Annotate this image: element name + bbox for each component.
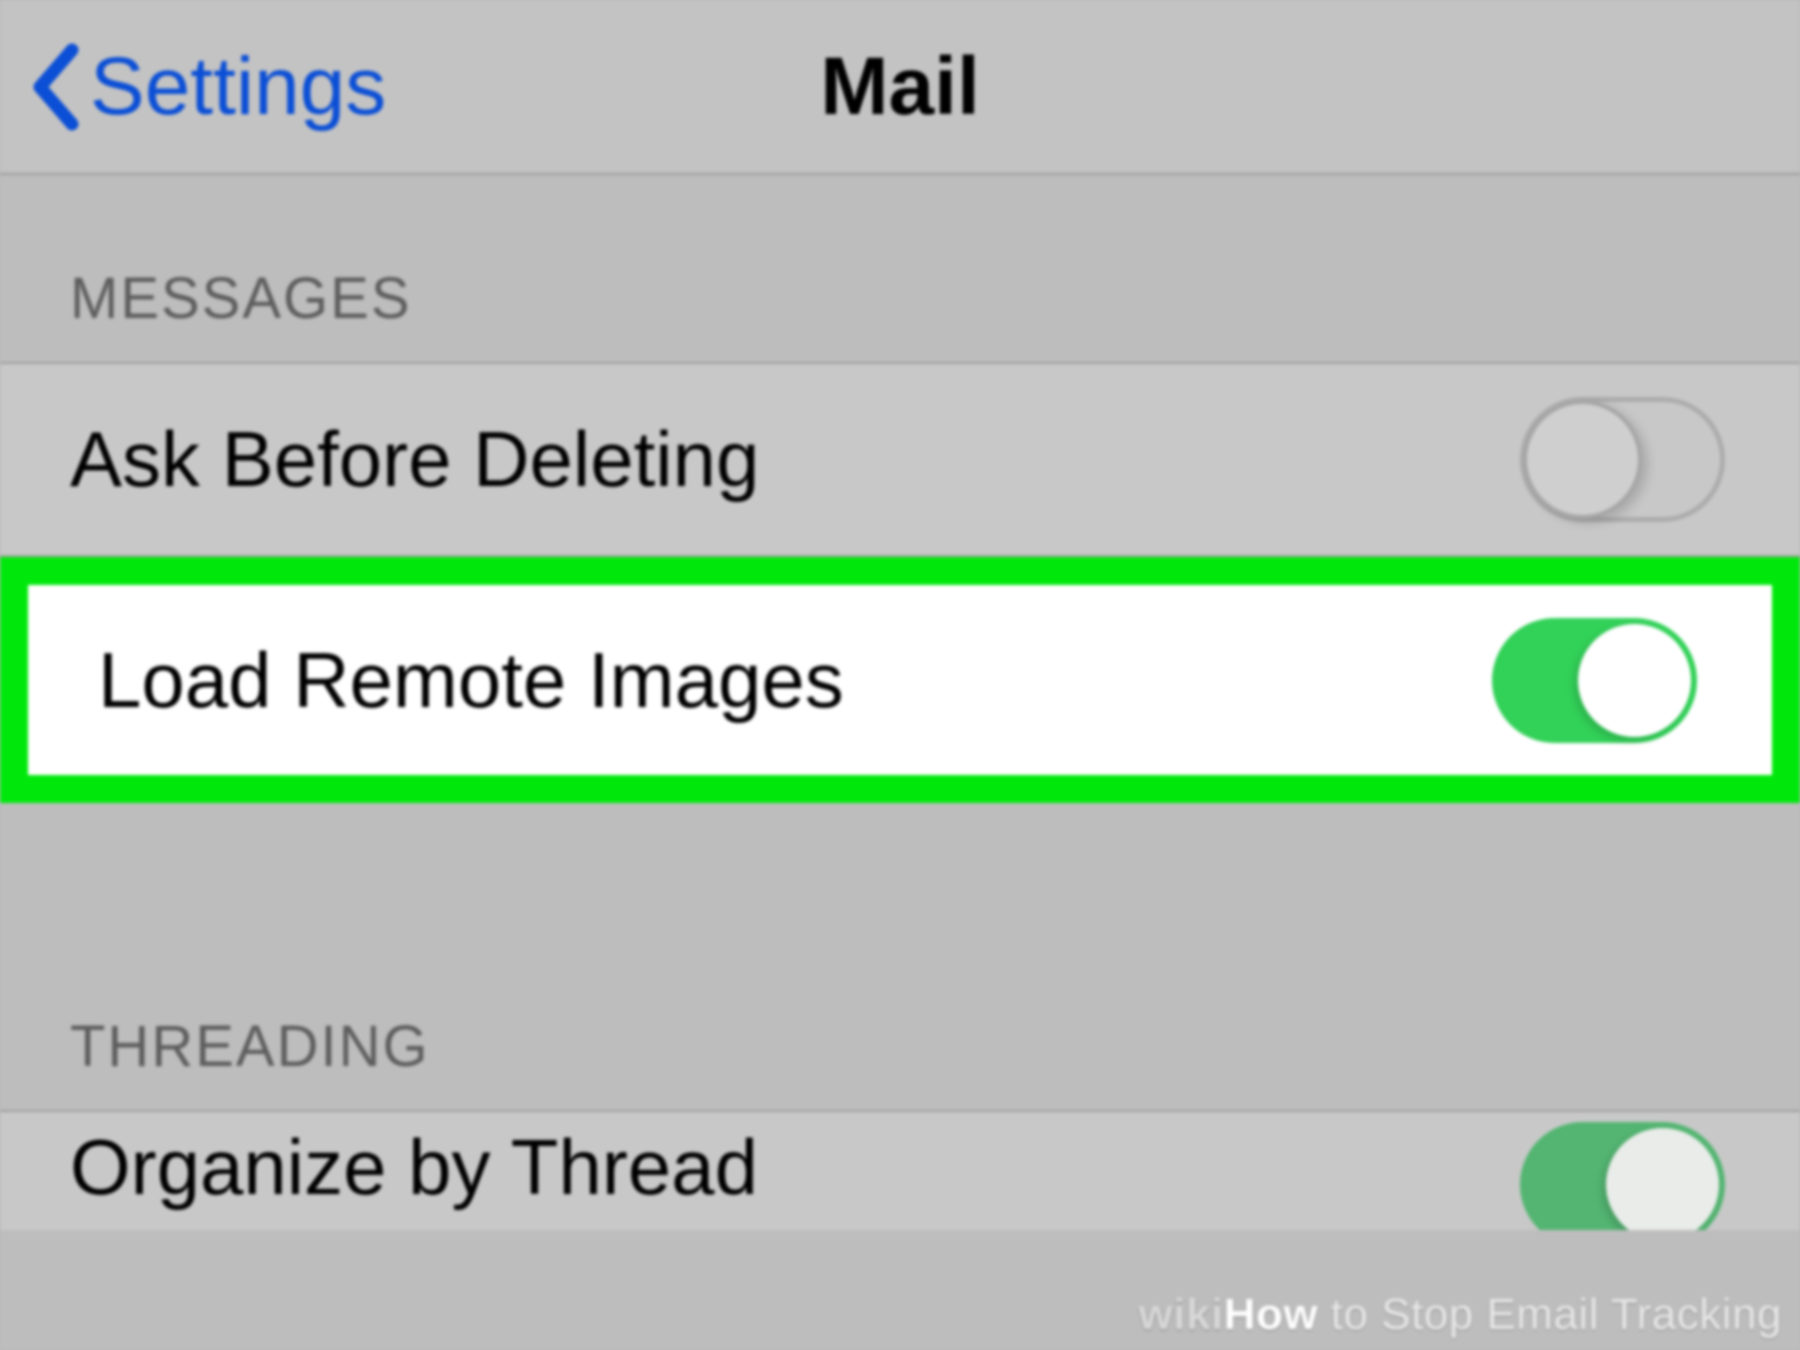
- chevron-left-icon: [30, 42, 80, 132]
- toggle-ask-before-deleting[interactable]: [1520, 397, 1725, 522]
- section-header-threading: THREADING: [0, 803, 1800, 1110]
- row-load-remote-images: Load Remote Images: [28, 585, 1772, 775]
- toggle-knob: [1523, 400, 1642, 519]
- toggle-knob: [1606, 1128, 1719, 1230]
- watermark-wiki: wiki: [1139, 1290, 1224, 1339]
- watermark-how: How: [1224, 1290, 1318, 1339]
- wikihow-watermark: wikiHow to Stop Email Tracking: [1139, 1290, 1782, 1340]
- toggle-knob: [1578, 624, 1691, 737]
- toggle-load-remote-images[interactable]: [1492, 618, 1697, 743]
- row-organize-by-thread: Organize by Thread: [0, 1110, 1800, 1230]
- mail-settings-screen: Settings Mail MESSAGES Ask Before Deleti…: [0, 0, 1800, 1350]
- row-ask-before-deleting: Ask Before Deleting: [0, 362, 1800, 557]
- row-label: Organize by Thread: [70, 1122, 758, 1213]
- toggle-organize-by-thread[interactable]: [1520, 1122, 1725, 1230]
- navbar: Settings Mail: [0, 0, 1800, 175]
- row-label: Load Remote Images: [98, 635, 844, 726]
- back-button[interactable]: Settings: [0, 40, 386, 134]
- row-label: Ask Before Deleting: [70, 414, 759, 505]
- highlight-load-remote-images: Load Remote Images: [0, 557, 1800, 803]
- section-header-messages: MESSAGES: [0, 175, 1800, 362]
- back-label: Settings: [90, 40, 386, 134]
- watermark-rest: to Stop Email Tracking: [1318, 1290, 1782, 1339]
